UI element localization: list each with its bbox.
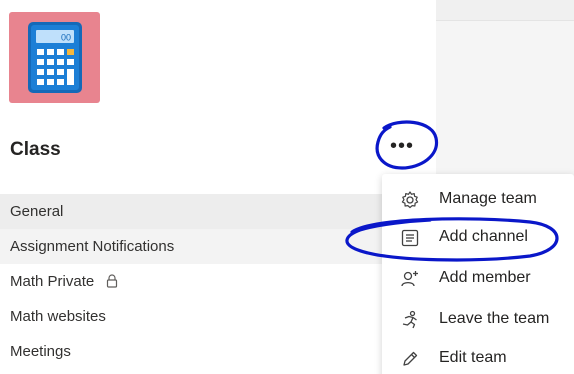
menu-item-edit-team[interactable]: Edit team	[382, 341, 574, 374]
menu-item-label: Add channel	[439, 228, 528, 245]
gear-icon	[401, 191, 419, 209]
channel-label: Meetings	[10, 343, 71, 360]
channel-list: General Assignment Notifications Math Pr…	[0, 194, 436, 369]
menu-item-label: Manage team	[439, 190, 537, 207]
pencil-icon	[403, 351, 418, 366]
channel-math-private[interactable]: Math Private	[0, 264, 436, 299]
channel-label: Assignment Notifications	[10, 238, 175, 255]
team-context-menu: Manage team Add channel Add member Leave…	[382, 174, 574, 374]
menu-item-leave-team[interactable]: Leave the team	[382, 302, 574, 338]
team-avatar: 00	[9, 12, 100, 103]
channel-list-icon	[401, 229, 419, 247]
running-person-icon	[402, 310, 417, 329]
content-header-bar	[436, 0, 574, 21]
channel-meetings[interactable]: Meetings	[0, 334, 436, 369]
channel-label: Math websites	[10, 308, 106, 325]
calculator-icon: 00	[28, 22, 82, 93]
add-person-icon	[401, 271, 418, 287]
menu-item-label: Add member	[439, 269, 531, 286]
teams-window: 00 Class ••• General Assignment Notifica…	[0, 0, 574, 374]
menu-item-add-member[interactable]: Add member	[382, 261, 574, 297]
channel-label: General	[10, 203, 64, 220]
channel-assignment-notifications[interactable]: Assignment Notifications	[0, 229, 436, 264]
channel-label: Math Private	[10, 273, 95, 290]
menu-item-label: Edit team	[439, 349, 507, 366]
svg-text:00: 00	[61, 33, 71, 43]
menu-item-label: Leave the team	[439, 310, 550, 327]
lock-icon	[107, 274, 118, 288]
channel-general[interactable]: General	[0, 194, 436, 229]
more-options-button[interactable]: •••	[384, 134, 420, 164]
menu-item-add-channel[interactable]: Add channel	[382, 220, 574, 256]
menu-item-manage-team[interactable]: Manage team	[382, 182, 574, 218]
channel-math-websites[interactable]: Math websites	[0, 299, 436, 334]
team-name: Class	[10, 139, 61, 160]
